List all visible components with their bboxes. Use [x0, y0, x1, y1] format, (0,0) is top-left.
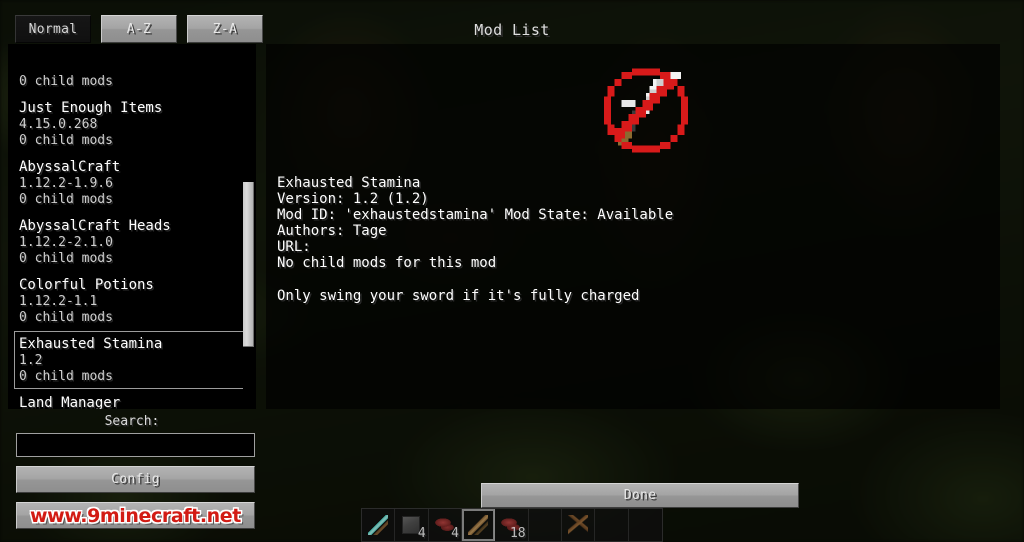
mod-name: Exhausted Stamina [19, 336, 163, 352]
list-item-exhausted-stamina[interactable]: Exhausted Stamina 1.2 0 child mods [14, 331, 252, 389]
detail-version: Version: 1.2 (1.2) [277, 191, 429, 207]
list-item-abyssalcraft-heads[interactable]: AbyssalCraft Heads 1.12.2-2.1.0 0 child … [14, 213, 252, 271]
sort-az-button[interactable]: A-Z [101, 15, 177, 43]
sort-za-button[interactable]: Z-A [187, 15, 263, 43]
sort-normal-button[interactable]: Normal [15, 15, 91, 43]
hotbar-slot-7[interactable] [562, 509, 596, 541]
mod-name: Just Enough Items [19, 100, 163, 116]
list-item-just-enough-items[interactable]: Just Enough Items 4.15.0.268 0 child mod… [14, 95, 252, 153]
mod-children: 0 child mods [19, 310, 113, 325]
mod-version: 1.12.2-1.9.6 [19, 176, 113, 191]
detail-authors: Authors: Tage [277, 223, 387, 239]
sword-cyan-icon [368, 515, 389, 535]
mod-detail-text: Exhausted Stamina Version: 1.2 (1.2) Mod… [277, 175, 977, 304]
mod-children: 0 child mods [19, 133, 113, 148]
mod-name: AbyssalCraft Heads [19, 218, 171, 234]
mod-version: 1.2 [19, 353, 43, 368]
sort-button-row: Normal A-Z Z-A [15, 15, 263, 43]
detail-url: URL: [277, 239, 311, 255]
detail-mod-name: Exhausted Stamina [277, 175, 421, 191]
list-item-partial[interactable]: . . 0 child mods [14, 44, 252, 94]
hotbar-slot-count: 18 [509, 526, 526, 541]
detail-description: Only swing your sword if it's fully char… [277, 288, 640, 304]
hotbar-slot-count: 4 [417, 526, 426, 541]
mod-children: 0 child mods [19, 192, 113, 207]
no-sword-icon [590, 58, 702, 170]
hotbar: 4 4 18 [361, 508, 663, 542]
mod-version: 1.12.2-1.1 [19, 294, 98, 309]
mod-list-scrollbar-thumb[interactable] [243, 182, 254, 347]
search-input[interactable] [16, 433, 255, 457]
minecraft-mod-list-screen: 4418 Mod List Normal A-Z Z-A . . 0 child… [0, 0, 1024, 542]
search-label: Search: [104, 414, 160, 429]
hotbar-slot-2[interactable]: 4 [395, 509, 429, 541]
hotbar-slot-3[interactable]: 4 [429, 509, 462, 541]
hotbar-slot-count: 4 [451, 526, 459, 541]
mod-children: 0 child mods [19, 74, 113, 89]
mod-version: 4.15.0.268 [19, 117, 98, 132]
mod-children: 0 child mods [19, 251, 113, 266]
done-button[interactable]: Done [481, 483, 799, 508]
mod-name: Land Manager [19, 395, 121, 409]
config-button[interactable]: Config [16, 466, 255, 493]
hotbar-slot-1[interactable] [362, 509, 396, 541]
sword-wood-icon [468, 515, 489, 535]
mod-version: 1.12.2-2.1.0 [19, 235, 113, 250]
hotbar-slot-9[interactable] [629, 509, 662, 541]
axe-icon [568, 515, 589, 535]
watermark-text: www.9minecraft.net [30, 504, 241, 527]
detail-child-mods: No child mods for this mod [277, 255, 497, 271]
list-item-abyssalcraft[interactable]: AbyssalCraft 1.12.2-1.9.6 0 child mods [14, 154, 252, 212]
mod-children: 0 child mods [19, 369, 113, 384]
mod-list-panel[interactable]: . . 0 child mods Just Enough Items 4.15.… [8, 44, 256, 409]
hotbar-slot-4[interactable] [461, 509, 496, 541]
list-item-colorful-potions[interactable]: Colorful Potions 1.12.2-1.1 0 child mods [14, 272, 252, 330]
detail-modid-state: Mod ID: 'exhaustedstamina' Mod State: Av… [277, 207, 674, 223]
mod-name: Colorful Potions [19, 277, 154, 293]
mod-name: AbyssalCraft [19, 159, 121, 175]
hotbar-slot-5[interactable]: 18 [495, 509, 529, 541]
list-item-land-manager[interactable]: Land Manager 1.12.2-1.3.0 0 child mods [14, 390, 252, 409]
mod-list-scrollbar-track[interactable] [243, 44, 254, 409]
hotbar-slot-8[interactable] [595, 509, 629, 541]
mod-list-entries: . . 0 child mods Just Enough Items 4.15.… [8, 44, 256, 409]
hotbar-slot-6[interactable] [529, 509, 562, 541]
